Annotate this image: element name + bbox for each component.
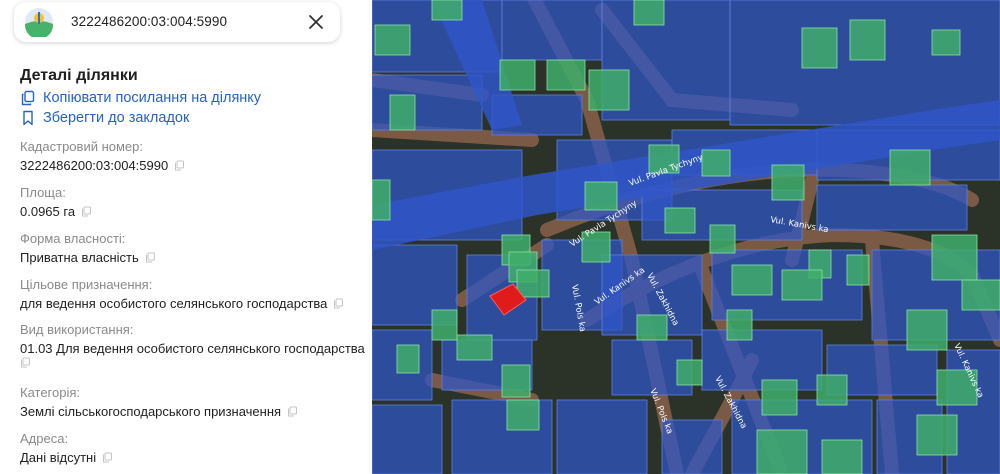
copy-icon[interactable]: [333, 298, 344, 309]
close-icon[interactable]: [306, 12, 326, 32]
area-value: 0.0965 га: [20, 204, 92, 219]
details-title: Деталі ділянки: [20, 67, 138, 84]
area-text: 0.0965 га: [20, 204, 76, 219]
ownership-label: Форма власності:: [20, 231, 126, 246]
category-value: Землі сільськогосподарського призначення: [20, 404, 298, 419]
bookmark-button[interactable]: Зберегти до закладок: [20, 110, 189, 126]
cadastral-number-label: Кадастровий номер:: [20, 139, 143, 154]
copy-link-button[interactable]: Копіювати посилання на ділянку: [20, 90, 261, 106]
usage-type-text: 01.03 Для ведення особистого селянського…: [20, 341, 365, 356]
ownership-text: Приватна власність: [20, 250, 139, 265]
map-canvas[interactable]: Vul. Pavla Tychyny Vul. Pavla Tychyny Vu…: [372, 0, 1000, 474]
category-text: Землі сільськогосподарського призначення: [20, 404, 282, 419]
purpose-value: для ведення особистого селянського госпо…: [20, 296, 344, 311]
cadastral-number-value: 3222486200:03:004:5990: [20, 158, 185, 173]
copy-icon[interactable]: [287, 406, 298, 417]
ownership-value: Приватна власність: [20, 250, 156, 265]
usage-type-value: 01.03 Для ведення особистого селянського…: [20, 341, 365, 356]
area-label: Площа:: [20, 185, 66, 200]
copy-icon[interactable]: [174, 160, 185, 171]
search-input[interactable]: 3222486200:03:004:5990: [71, 14, 227, 29]
usage-type-label: Вид використання:: [20, 322, 134, 337]
search-bar[interactable]: 3222486200:03:004:5990: [14, 2, 340, 42]
copy-icon[interactable]: [145, 252, 156, 263]
address-value: Дані відсутні: [20, 450, 113, 465]
category-label: Категорія:: [20, 385, 81, 400]
copy-icon[interactable]: [20, 357, 31, 368]
cadastre-logo-icon: [25, 8, 53, 37]
bookmark-label: Зберегти до закладок: [43, 110, 190, 126]
copy-icon[interactable]: [81, 206, 92, 217]
copy-icon: [21, 90, 35, 106]
address-label: Адреса:: [20, 431, 69, 446]
cadastral-map[interactable]: Vul. Pavla Tychyny Vul. Pavla Tychyny Vu…: [372, 0, 1000, 474]
bookmark-icon: [23, 110, 33, 126]
parcel-details-panel: 3222486200:03:004:5990 Деталі ділянки Ко…: [0, 0, 372, 474]
address-text: Дані відсутні: [20, 450, 97, 465]
copy-icon[interactable]: [102, 452, 113, 463]
copy-link-label: Копіювати посилання на ділянку: [43, 90, 262, 106]
cadastral-number-text: 3222486200:03:004:5990: [20, 158, 169, 173]
purpose-text: для ведення особистого селянського госпо…: [20, 296, 328, 311]
purpose-label: Цільове призначення:: [20, 277, 153, 292]
